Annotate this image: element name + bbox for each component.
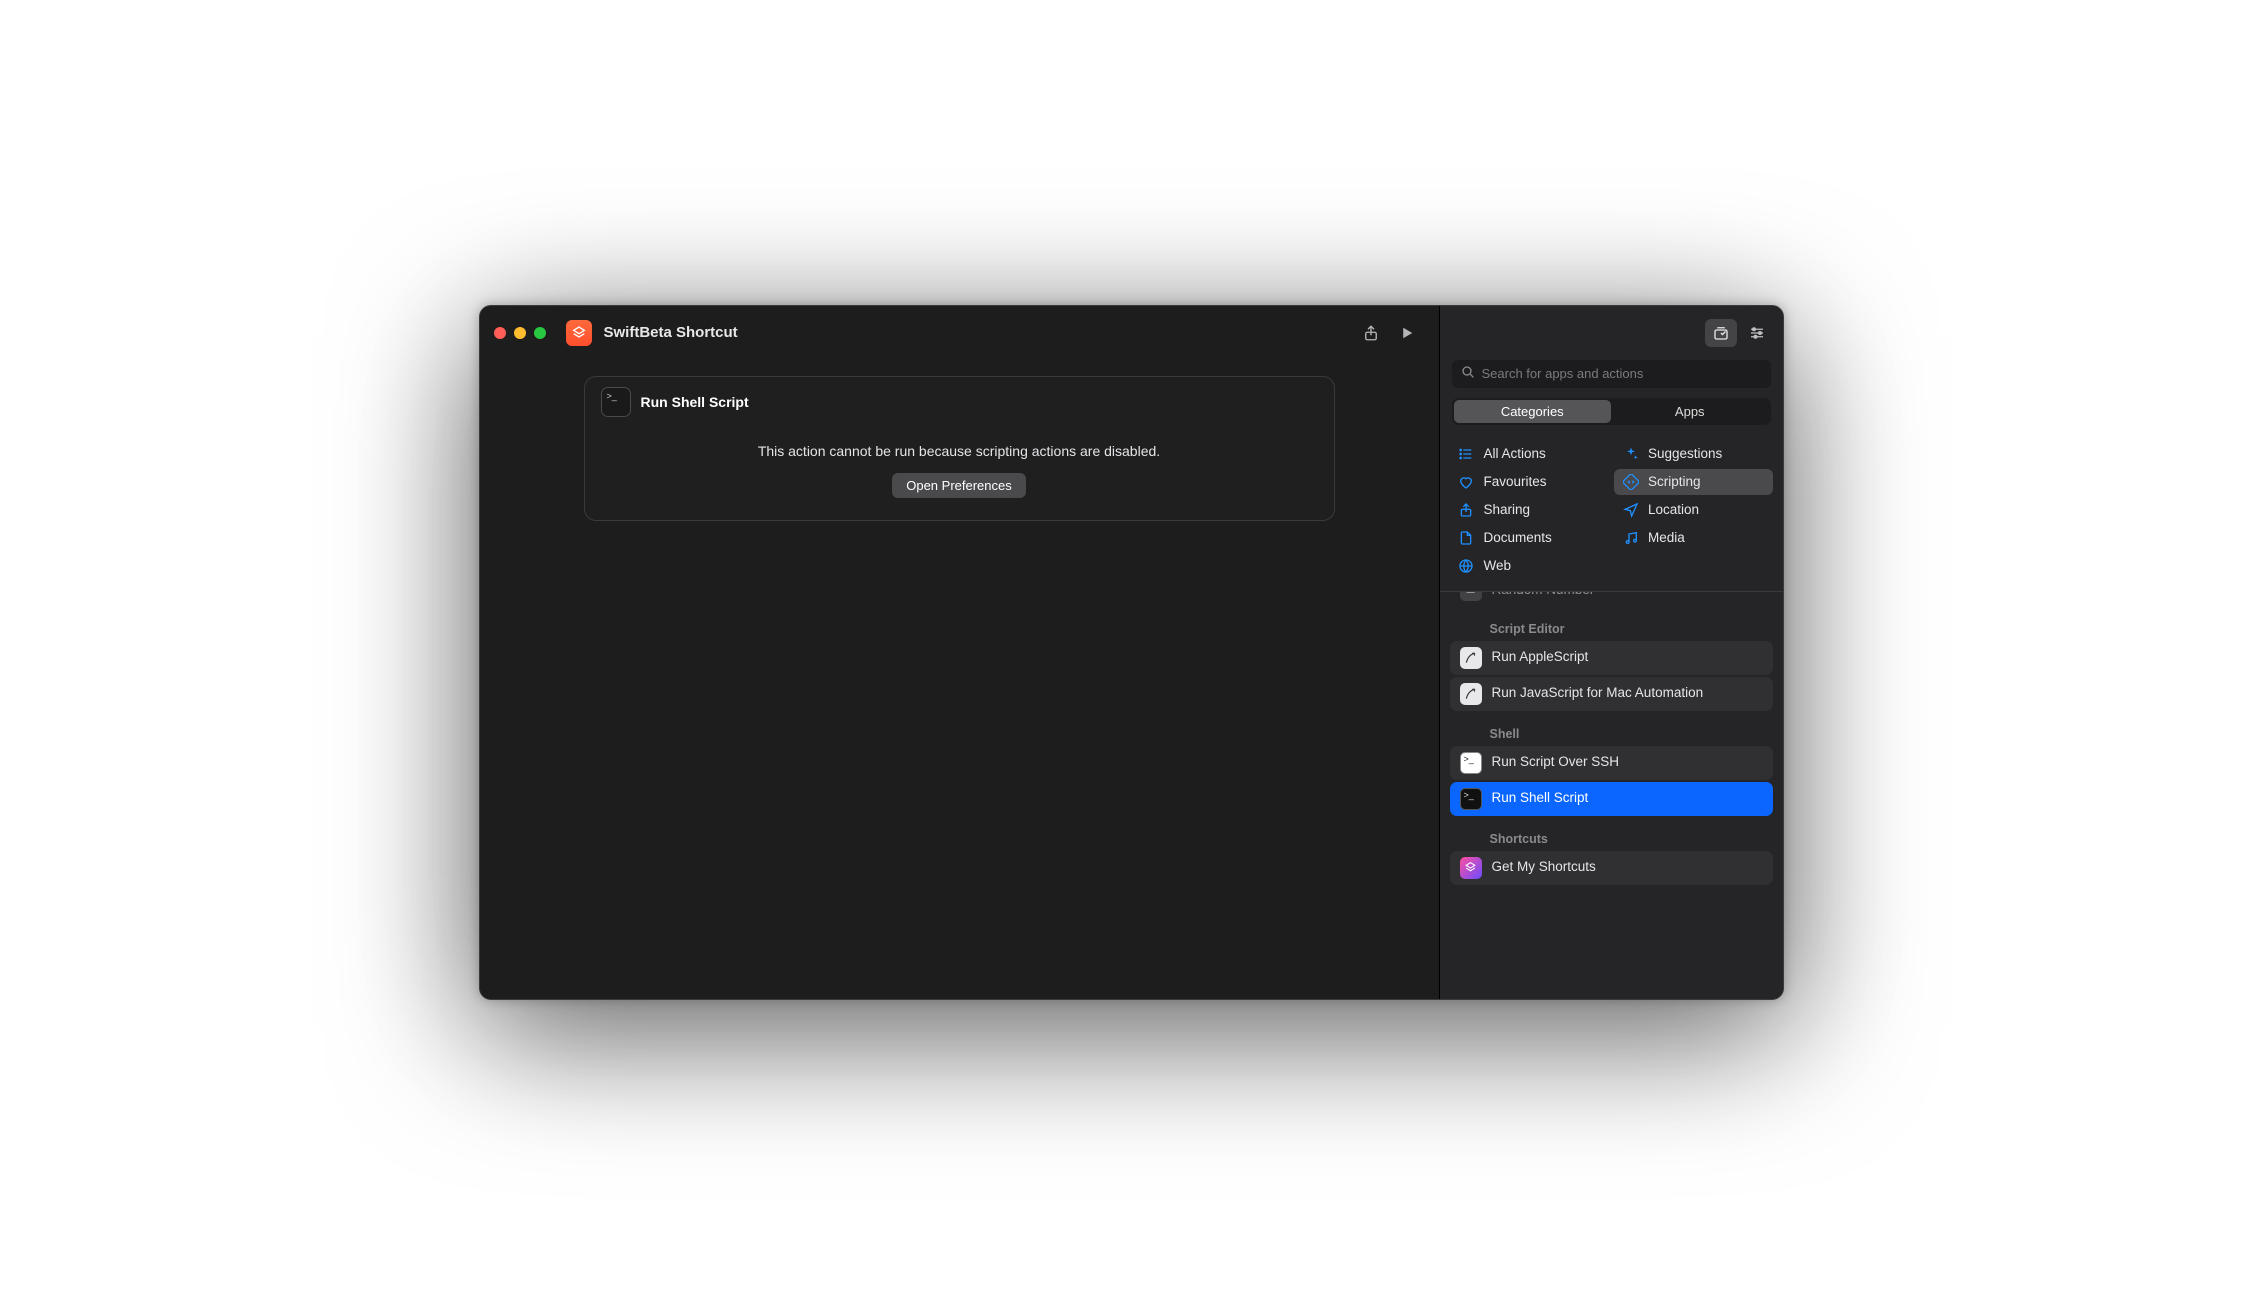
action-run-script-over-ssh[interactable]: >_ Run Script Over SSH bbox=[1450, 746, 1773, 780]
scripting-icon bbox=[1622, 474, 1639, 490]
action-card-run-shell-script[interactable]: >_ Run Shell Script This action cannot b… bbox=[584, 376, 1335, 521]
heart-icon bbox=[1458, 474, 1475, 490]
categories-panel: All Actions Suggestions Favourites Scrip… bbox=[1440, 437, 1783, 592]
maximize-button[interactable] bbox=[534, 327, 546, 339]
script-editor-icon bbox=[1460, 647, 1482, 669]
app-window: SwiftBeta Shortcut >_ Run Shell Script T… bbox=[479, 305, 1784, 1000]
group-header: Shell bbox=[1450, 713, 1773, 746]
open-preferences-button[interactable]: Open Preferences bbox=[892, 473, 1026, 498]
search-icon bbox=[1460, 364, 1476, 385]
action-get-my-shortcuts[interactable]: Get My Shortcuts bbox=[1450, 851, 1773, 885]
sparkle-icon bbox=[1622, 446, 1639, 462]
workflow-area: >_ Run Shell Script This action cannot b… bbox=[480, 360, 1439, 999]
category-label: Media bbox=[1648, 530, 1685, 545]
action-run-applescript[interactable]: Run AppleScript bbox=[1450, 641, 1773, 675]
list-icon bbox=[1458, 446, 1475, 462]
category-label: Location bbox=[1648, 502, 1699, 517]
group-header: Script Editor bbox=[1450, 608, 1773, 641]
category-favourites[interactable]: Favourites bbox=[1450, 469, 1609, 495]
library-mode-segment: Categories Apps bbox=[1440, 398, 1783, 437]
web-icon bbox=[1458, 558, 1475, 574]
window-title: SwiftBeta Shortcut bbox=[604, 324, 738, 341]
main-panel: SwiftBeta Shortcut >_ Run Shell Script T… bbox=[480, 306, 1440, 999]
category-location[interactable]: Location bbox=[1614, 497, 1773, 523]
search-container bbox=[1440, 360, 1783, 398]
action-header: >_ Run Shell Script bbox=[601, 387, 1318, 417]
close-button[interactable] bbox=[494, 327, 506, 339]
category-label: Scripting bbox=[1648, 474, 1701, 489]
run-button[interactable] bbox=[1389, 318, 1425, 348]
sidebar-toolbar bbox=[1440, 306, 1783, 360]
share-button[interactable] bbox=[1353, 318, 1389, 348]
tab-apps[interactable]: Apps bbox=[1611, 400, 1769, 423]
tab-categories[interactable]: Categories bbox=[1454, 400, 1612, 423]
location-icon bbox=[1622, 502, 1639, 518]
action-run-javascript-automation[interactable]: Run JavaScript for Mac Automation bbox=[1450, 677, 1773, 711]
category-label: Favourites bbox=[1484, 474, 1547, 489]
category-label: Web bbox=[1484, 558, 1512, 573]
category-label: Sharing bbox=[1484, 502, 1531, 517]
library-icon bbox=[1712, 324, 1730, 342]
share-cat-icon bbox=[1458, 502, 1475, 518]
shortcuts-app-icon bbox=[1460, 857, 1482, 879]
actions-list[interactable]: ⚃ Random Number Script Editor Run AppleS… bbox=[1440, 572, 1783, 999]
group-header: Shortcuts bbox=[1450, 818, 1773, 851]
category-documents[interactable]: Documents bbox=[1450, 525, 1609, 551]
play-icon bbox=[1398, 324, 1416, 342]
terminal-icon: >_ bbox=[1460, 788, 1482, 810]
document-icon bbox=[1458, 530, 1475, 546]
category-media[interactable]: Media bbox=[1614, 525, 1773, 551]
action-run-shell-script[interactable]: >_ Run Shell Script bbox=[1450, 782, 1773, 816]
library-tab-button[interactable] bbox=[1705, 319, 1737, 347]
list-item-label: Get My Shortcuts bbox=[1492, 859, 1596, 876]
titlebar: SwiftBeta Shortcut bbox=[480, 306, 1439, 360]
category-all-actions[interactable]: All Actions bbox=[1450, 441, 1609, 467]
category-scripting[interactable]: Scripting bbox=[1614, 469, 1773, 495]
shortcut-app-icon bbox=[566, 320, 592, 346]
category-label: All Actions bbox=[1484, 446, 1546, 461]
search-input[interactable] bbox=[1452, 360, 1771, 388]
category-sharing[interactable]: Sharing bbox=[1450, 497, 1609, 523]
list-item-label: Run JavaScript for Mac Automation bbox=[1492, 685, 1704, 702]
window-controls bbox=[494, 327, 546, 339]
category-label: Documents bbox=[1484, 530, 1552, 545]
list-item-label: Run Script Over SSH bbox=[1492, 754, 1620, 771]
list-item-label: Run AppleScript bbox=[1492, 649, 1589, 666]
details-tab-button[interactable] bbox=[1741, 319, 1773, 347]
action-title: Run Shell Script bbox=[641, 394, 749, 410]
category-web[interactable]: Web bbox=[1450, 553, 1609, 579]
minimize-button[interactable] bbox=[514, 327, 526, 339]
share-icon bbox=[1362, 324, 1380, 342]
action-disabled-message: This action cannot be run because script… bbox=[601, 443, 1318, 459]
category-suggestions[interactable]: Suggestions bbox=[1614, 441, 1773, 467]
script-editor-icon bbox=[1460, 683, 1482, 705]
terminal-icon: >_ bbox=[601, 387, 631, 417]
list-item-label: Run Shell Script bbox=[1492, 790, 1589, 807]
sliders-icon bbox=[1748, 324, 1766, 342]
music-icon bbox=[1622, 530, 1639, 546]
action-library-sidebar: Categories Apps All Actions Suggestions … bbox=[1440, 306, 1783, 999]
terminal-icon: >_ bbox=[1460, 752, 1482, 774]
category-label: Suggestions bbox=[1648, 446, 1722, 461]
